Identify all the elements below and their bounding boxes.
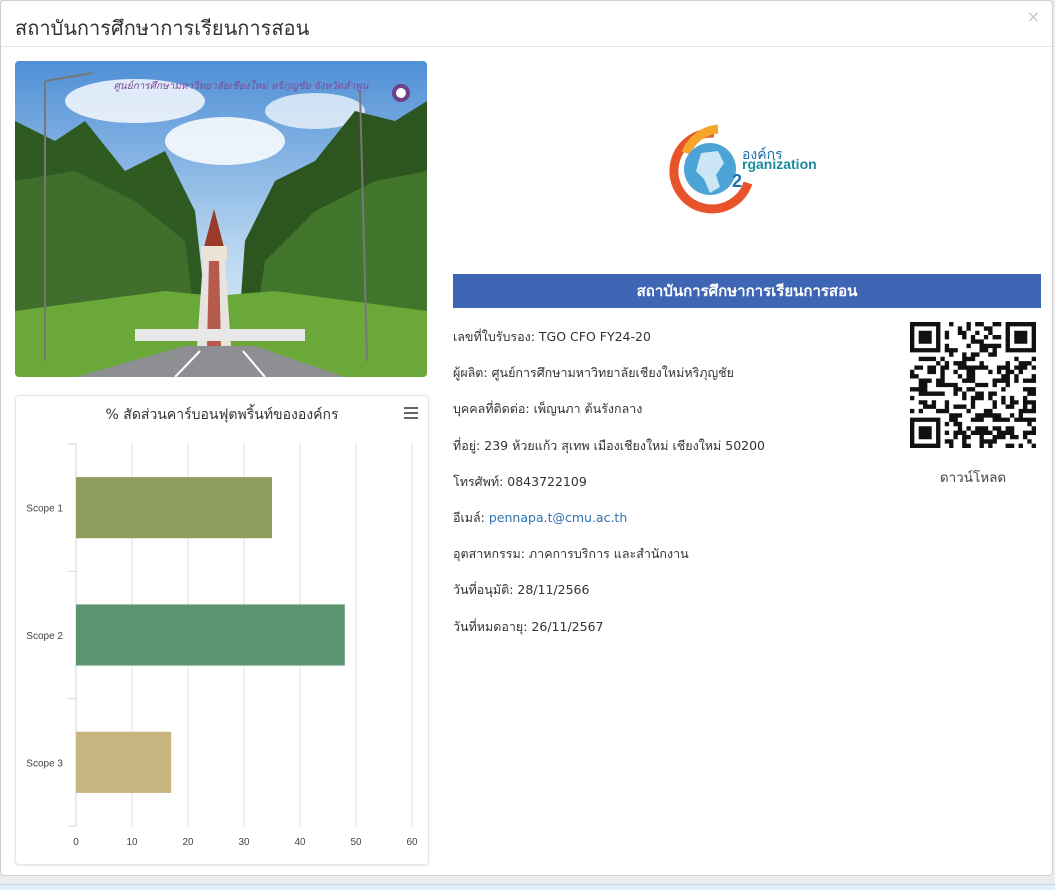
modal-title: สถาบันการศึกษาการเรียนการสอน xyxy=(15,16,310,40)
bottom-bar xyxy=(0,884,1055,890)
certificate-modal: สถาบันการศึกษาการเรียนการสอน × ศูนย์การศ… xyxy=(0,0,1053,876)
logo-superscript: 2 xyxy=(732,171,742,191)
x-tick-label: 30 xyxy=(238,837,250,848)
x-tick-label: 20 xyxy=(182,837,194,848)
y-tick-label: Scope 3 xyxy=(26,758,63,769)
bar-scope-2 xyxy=(76,604,345,666)
bar-scope-3 xyxy=(76,731,172,793)
organization-photo: ศูนย์การศึกษามหาวิทยาลัยเชียงใหม่ หริภุญ… xyxy=(15,61,427,377)
y-tick-label: Scope 2 xyxy=(26,631,63,642)
x-tick-label: 0 xyxy=(73,837,79,848)
email-row: อีเมล์: pennapa.t@cmu.ac.th xyxy=(453,508,893,544)
address: ที่อยู่: 239 ห้วยแก้ว สุเทพ เมืองเชียงให… xyxy=(453,437,766,453)
industry: อุตสาหกรรม: ภาคการบริการ และสำนักงาน xyxy=(453,546,689,562)
producer: ผู้ผลิต: ศูนย์การศึกษามหาวิทยาลัยเชียงให… xyxy=(453,365,734,381)
y-tick-label: Scope 1 xyxy=(26,504,63,515)
approved-date: วันที่อนุมัติ: 28/11/2566 xyxy=(453,582,590,598)
photo-caption: ศูนย์การศึกษามหาวิทยาลัยเชียงใหม่ หริภุญ… xyxy=(113,81,369,92)
certificate-info: เลขที่ใบรับรอง: TGO CFO FY24-20 ผู้ผลิต:… xyxy=(453,327,893,653)
x-tick-label: 60 xyxy=(406,837,418,848)
x-tick-label: 10 xyxy=(126,837,138,848)
logo-english-text: rganization xyxy=(742,156,817,172)
bar-scope-1 xyxy=(76,477,272,539)
organization-banner: สถาบันการศึกษาการเรียนการสอน xyxy=(453,274,1041,308)
organization2-logo: องค์กร rganization 2 xyxy=(666,123,826,219)
expiry-date: วันที่หมดอายุ: 26/11/2567 xyxy=(453,618,604,634)
cert-number: เลขที่ใบรับรอง: TGO CFO FY24-20 xyxy=(453,329,651,344)
modal-header: สถาบันการศึกษาการเรียนการสอน × xyxy=(1,1,1052,47)
close-button[interactable]: × xyxy=(1027,7,1040,26)
qr-code[interactable] xyxy=(910,322,1036,448)
phone: โทรศัพท์: 0843722109 xyxy=(453,473,587,489)
contact-person: บุคคลที่ติดต่อ: เพ็ญนภา ต้นรังกลาง xyxy=(453,401,643,417)
download-button[interactable]: ดาวน์โหลด xyxy=(913,466,1033,488)
carbon-footprint-chart: % สัดส่วนคาร์บอนฟุตพริ้นท์ขององค์กร 0 10 2… xyxy=(15,395,429,865)
x-tick-label: 50 xyxy=(350,837,362,848)
qr-modules xyxy=(910,322,1036,448)
email-link[interactable]: pennapa.t@cmu.ac.th xyxy=(489,510,627,525)
email-label: อีเมล์: xyxy=(453,509,489,525)
chart-plot: 0 10 20 30 40 50 60 Scope 1 Scope 2 Scope 3 xyxy=(26,443,418,848)
x-tick-label: 40 xyxy=(294,837,306,848)
